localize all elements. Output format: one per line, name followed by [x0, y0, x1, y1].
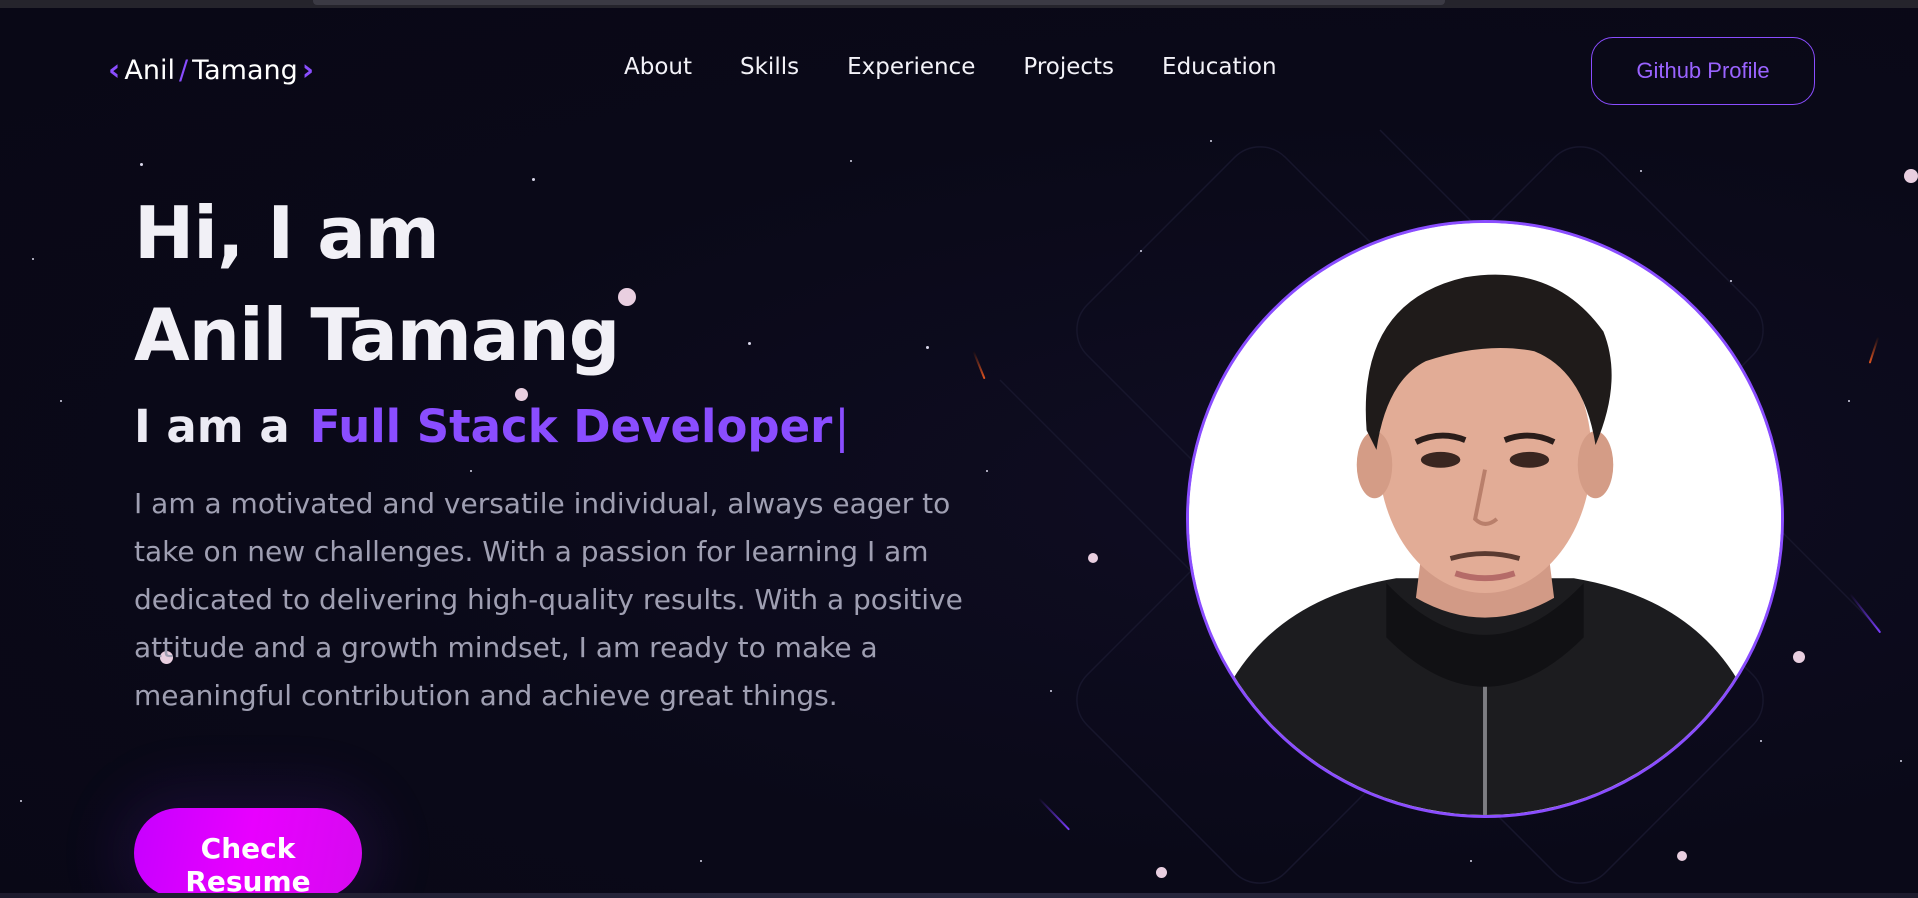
- star: [1730, 280, 1732, 282]
- floating-dot: [1904, 169, 1918, 183]
- star: [1050, 690, 1052, 692]
- nav-link-projects[interactable]: Projects: [1023, 54, 1114, 80]
- role-text: Full Stack Developer: [309, 400, 833, 453]
- floating-dot: [618, 288, 636, 306]
- star: [1900, 760, 1902, 762]
- hero-name: Anil Tamang: [134, 293, 620, 377]
- nav-link-skills[interactable]: Skills: [740, 54, 799, 80]
- github-profile-button[interactable]: Github Profile: [1591, 37, 1815, 105]
- nav-link-experience[interactable]: Experience: [847, 54, 975, 80]
- star: [20, 800, 22, 802]
- logo-first-name: Anil: [124, 54, 175, 86]
- portfolio-page: ‹ Anil / Tamang › About Skills Experienc…: [0, 0, 1918, 898]
- star: [470, 470, 472, 472]
- star: [1760, 740, 1762, 742]
- floating-dot: [1793, 651, 1805, 663]
- nav-links: About Skills Experience Projects Educati…: [624, 54, 1277, 80]
- logo-last-name: Tamang: [192, 54, 298, 86]
- hero-bio: I am a motivated and versatile individua…: [134, 487, 963, 712]
- role-line: I am a Full Stack Developer|: [134, 400, 849, 453]
- star: [140, 163, 143, 166]
- profile-photo: [1186, 220, 1784, 818]
- floating-dot: [1156, 867, 1167, 878]
- star: [1210, 140, 1212, 142]
- profile-photo-illustration: [1189, 223, 1781, 815]
- chevron-right-icon: ›: [301, 52, 315, 88]
- star: [700, 860, 702, 862]
- top-navigation: ‹ Anil / Tamang › About Skills Experienc…: [0, 8, 1918, 132]
- star: [1140, 250, 1142, 252]
- check-resume-button[interactable]: Check Resume: [134, 808, 362, 898]
- nav-link-education[interactable]: Education: [1162, 54, 1277, 80]
- chevron-left-icon: ‹: [108, 52, 121, 88]
- star: [60, 400, 62, 402]
- star: [32, 258, 34, 260]
- bottom-page-edge: [0, 893, 1918, 898]
- star: [986, 470, 988, 472]
- typing-cursor: |: [834, 400, 850, 453]
- nav-link-about[interactable]: About: [624, 54, 692, 80]
- hero-greeting: Hi, I am: [134, 191, 440, 275]
- star: [926, 346, 929, 349]
- star: [850, 160, 852, 162]
- site-logo[interactable]: ‹ Anil / Tamang ›: [108, 52, 314, 88]
- star: [1640, 170, 1642, 172]
- star: [748, 342, 751, 345]
- floating-dot: [1677, 851, 1687, 861]
- role-typewriter: Full Stack Developer|: [310, 400, 850, 453]
- floating-dot: [1088, 553, 1098, 563]
- logo-slash: /: [178, 54, 189, 86]
- star: [1848, 400, 1850, 402]
- role-prefix: I am a: [134, 400, 290, 453]
- star: [532, 178, 535, 181]
- hero-heading: Hi, I am Anil Tamang: [134, 182, 620, 386]
- star: [1470, 860, 1472, 862]
